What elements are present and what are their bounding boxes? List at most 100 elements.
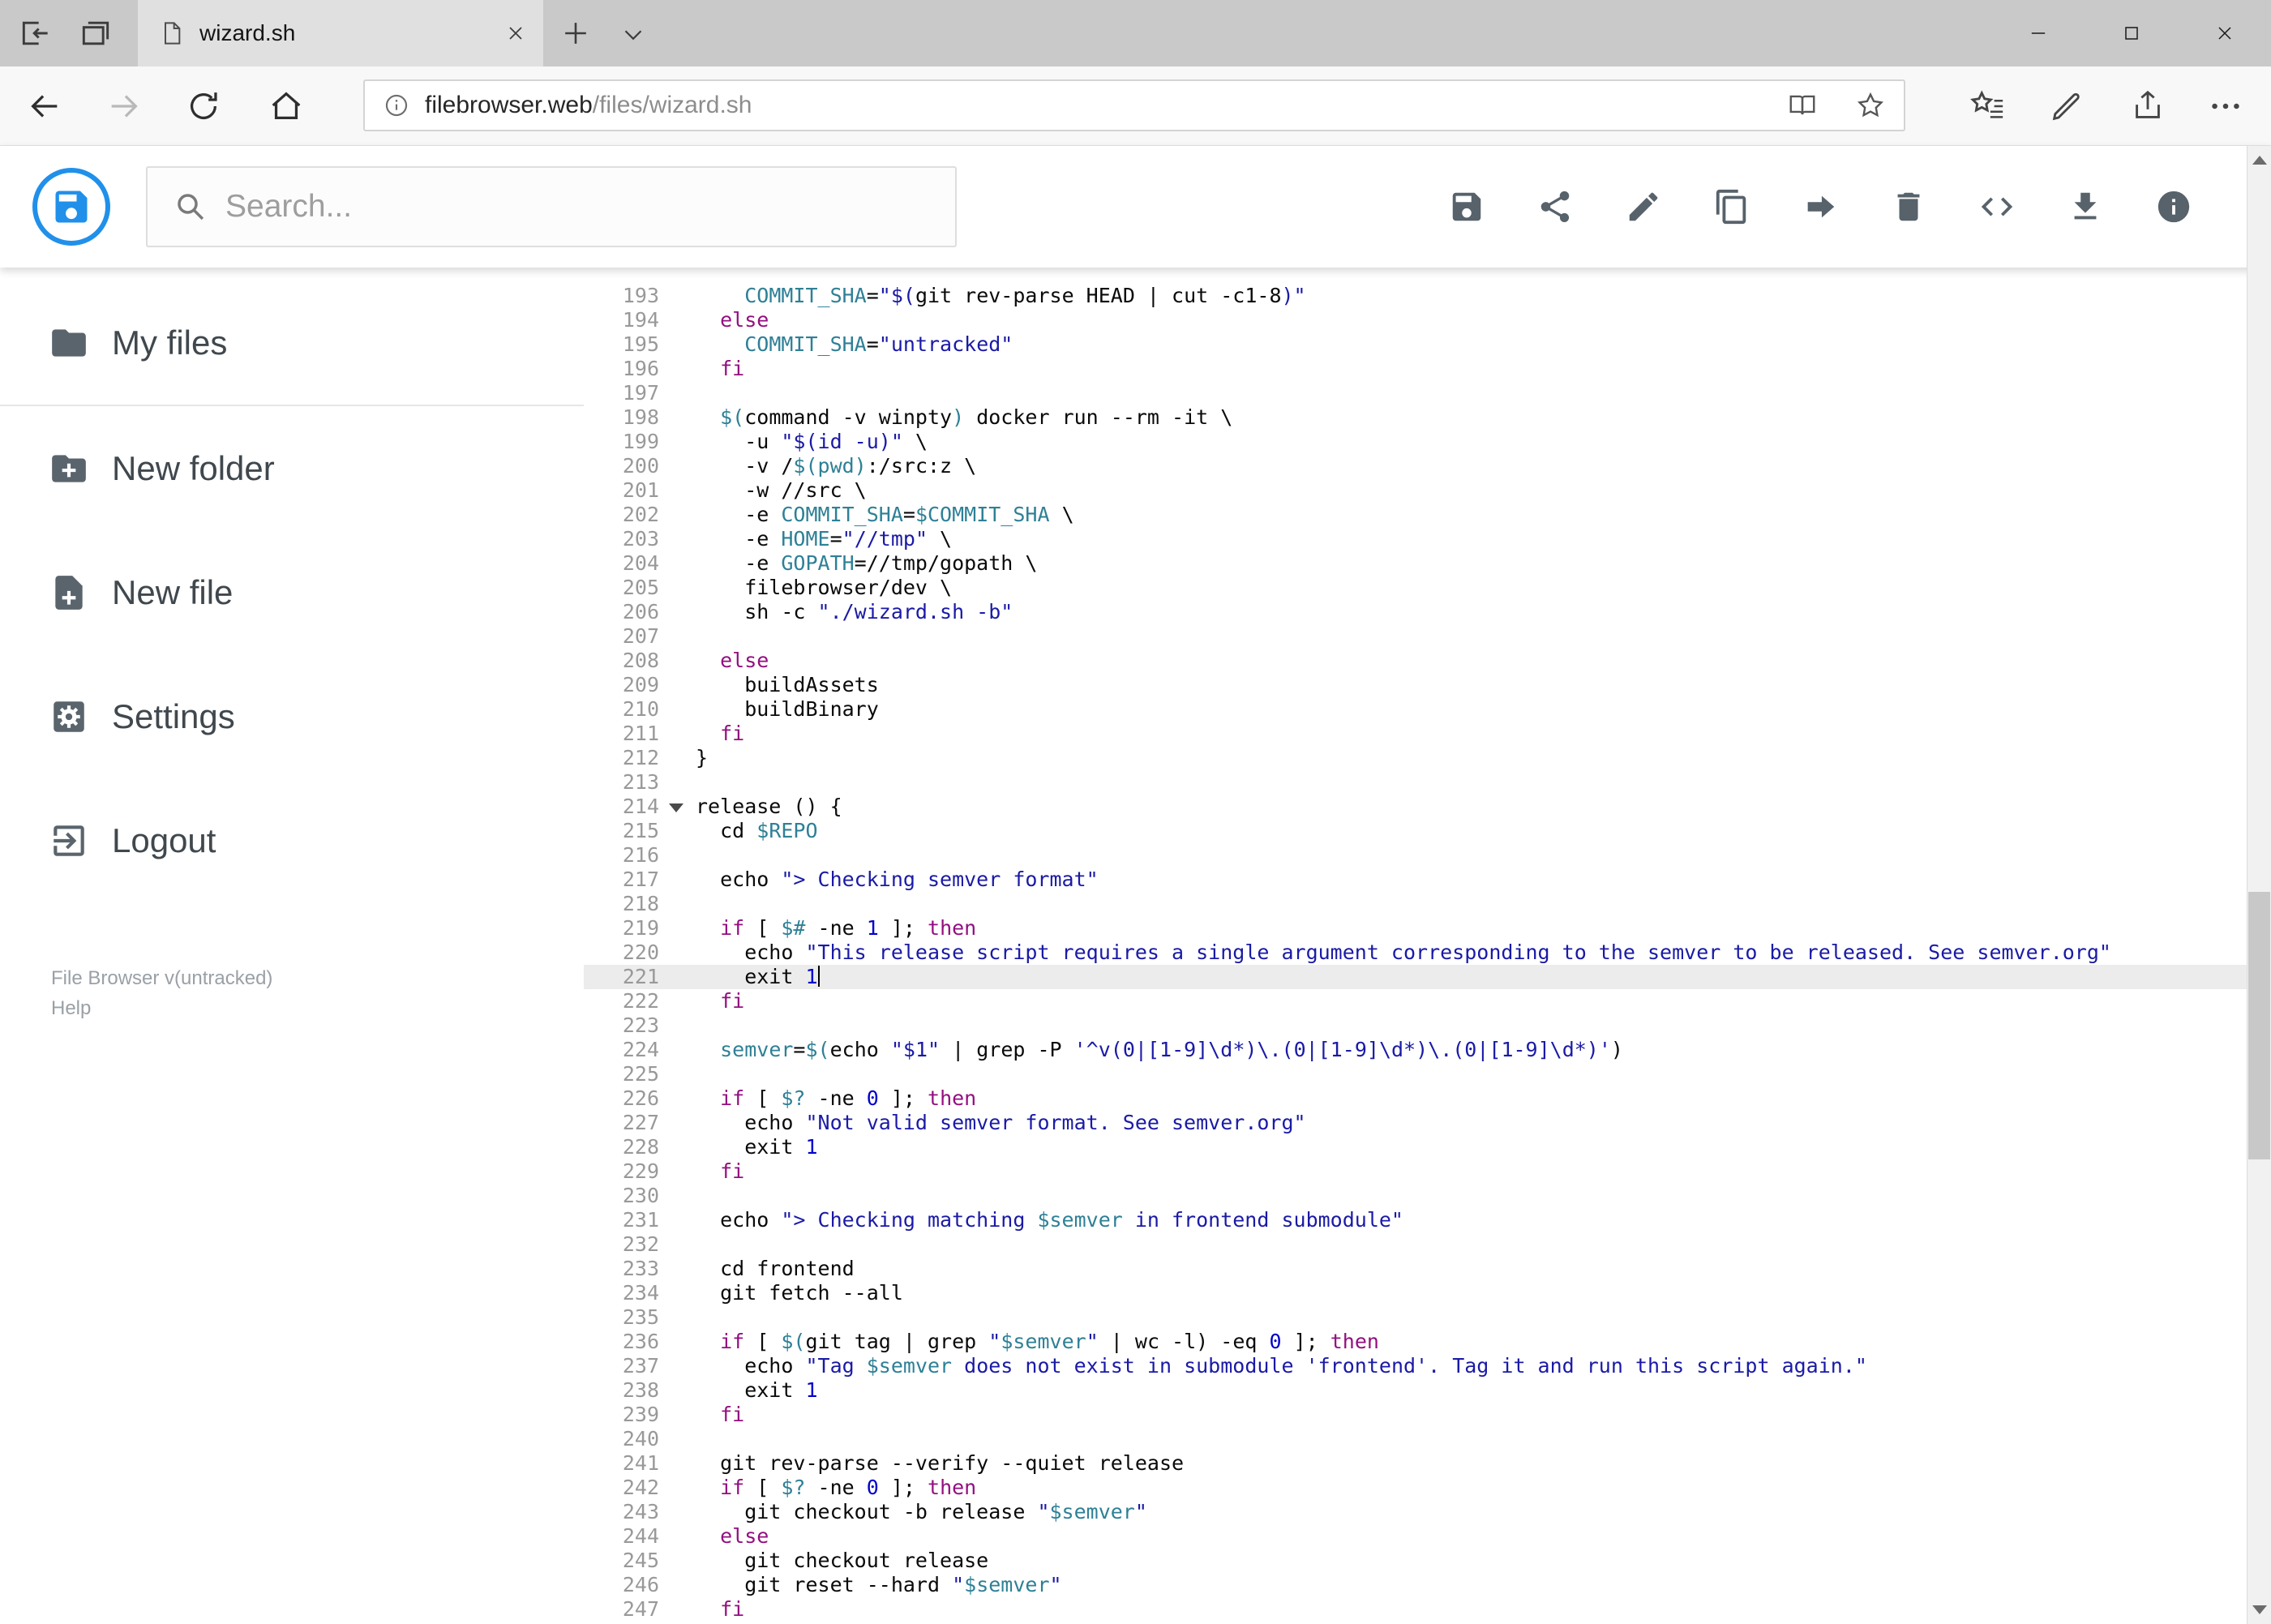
code-line[interactable]: 204 -e GOPATH=//tmp/gopath \ (584, 551, 2247, 576)
move-button[interactable] (1802, 188, 1839, 225)
code-line[interactable]: 221 exit 1 (584, 965, 2247, 989)
code-line[interactable]: 238 exit 1 (584, 1378, 2247, 1403)
help-link[interactable]: Help (51, 993, 272, 1023)
code-line[interactable]: 205 filebrowser/dev \ (584, 576, 2247, 600)
copy-button[interactable] (1713, 188, 1750, 225)
page-info-icon[interactable] (383, 92, 410, 119)
share-page-icon[interactable] (2129, 88, 2166, 125)
code-line[interactable]: 219 if [ $# -ne 1 ]; then (584, 916, 2247, 941)
code-button[interactable] (1978, 188, 2016, 225)
sidebar-item-my-files[interactable]: My files (0, 281, 584, 405)
code-line[interactable]: 230 (584, 1184, 2247, 1208)
refresh-icon[interactable] (185, 88, 222, 125)
share-button[interactable] (1536, 188, 1574, 225)
code-line[interactable]: 245 git checkout release (584, 1549, 2247, 1573)
favorites-hub-icon[interactable] (1969, 88, 2006, 125)
code-line[interactable]: 211 fi (584, 722, 2247, 746)
minimize-button[interactable] (1991, 0, 2085, 66)
code-line[interactable]: 220 echo "This release script requires a… (584, 941, 2247, 965)
web-note-pen-icon[interactable] (2048, 88, 2085, 125)
code-line[interactable]: 200 -v /$(pwd):/src:z \ (584, 454, 2247, 478)
code-editor[interactable]: 193 COMMIT_SHA="$(git rev-parse HEAD | c… (584, 268, 2247, 1624)
maximize-button[interactable] (2085, 0, 2178, 66)
code-line[interactable]: 243 git checkout -b release "$semver" (584, 1500, 2247, 1524)
code-line[interactable]: 240 (584, 1427, 2247, 1451)
scrollbar-thumb[interactable] (2248, 892, 2270, 1159)
code-line[interactable]: 226 if [ $? -ne 0 ]; then (584, 1086, 2247, 1111)
code-line[interactable]: 236 if [ $(git tag | grep "$semver" | wc… (584, 1330, 2247, 1354)
code-line[interactable]: 232 (584, 1232, 2247, 1257)
code-line[interactable]: 209 buildAssets (584, 673, 2247, 697)
browser-tab[interactable]: wizard.sh (138, 0, 543, 66)
code-line[interactable]: 206 sh -c "./wizard.sh -b" (584, 600, 2247, 624)
code-line[interactable]: 247 fi (584, 1597, 2247, 1622)
code-line[interactable]: 225 (584, 1062, 2247, 1086)
code-line[interactable]: 203 -e HOME="//tmp" \ (584, 527, 2247, 551)
code-line[interactable]: 214 release () { (584, 795, 2247, 819)
code-line[interactable]: 195 COMMIT_SHA="untracked" (584, 332, 2247, 357)
code-line[interactable]: 217 echo "> Checking semver format" (584, 868, 2247, 892)
code-line[interactable]: 208 else (584, 649, 2247, 673)
search-box[interactable] (146, 166, 957, 247)
back-icon[interactable] (26, 88, 63, 125)
code-line[interactable]: 242 if [ $? -ne 0 ]; then (584, 1476, 2247, 1500)
download-button[interactable] (2067, 188, 2104, 225)
edit-button[interactable] (1625, 188, 1662, 225)
code-line[interactable]: 227 echo "Not valid semver format. See s… (584, 1111, 2247, 1135)
code-line[interactable]: 246 git reset --hard "$semver" (584, 1573, 2247, 1597)
code-line[interactable]: 202 -e COMMIT_SHA=$COMMIT_SHA \ (584, 503, 2247, 527)
new-tab-button[interactable] (558, 15, 593, 51)
code-line[interactable]: 222 fi (584, 989, 2247, 1013)
code-line[interactable]: 196 fi (584, 357, 2247, 381)
code-line[interactable]: 197 (584, 381, 2247, 405)
code-line[interactable]: 198 $(command -v winpty) docker run --rm… (584, 405, 2247, 430)
code-line[interactable]: 223 (584, 1013, 2247, 1038)
scroll-down-icon[interactable] (2252, 1605, 2267, 1614)
code-line[interactable]: 237 echo "Tag $semver does not exist in … (584, 1354, 2247, 1378)
sidebar-item-logout[interactable]: Logout (0, 778, 584, 902)
code-line[interactable]: 234 git fetch --all (584, 1281, 2247, 1305)
home-icon[interactable] (268, 88, 305, 125)
code-line[interactable]: 194 else (584, 308, 2247, 332)
code-line[interactable]: 201 -w //src \ (584, 478, 2247, 503)
code-line[interactable]: 244 else (584, 1524, 2247, 1549)
info-button[interactable] (2155, 188, 2192, 225)
sidebar-item-settings[interactable]: Settings (0, 654, 584, 778)
code-line[interactable]: 218 (584, 892, 2247, 916)
sidebar-item-new-folder[interactable]: New folder (0, 406, 584, 530)
set-tabs-aside-icon[interactable] (18, 15, 54, 51)
forward-icon[interactable] (105, 88, 143, 125)
code-line[interactable]: 235 (584, 1305, 2247, 1330)
code-line[interactable]: 231 echo "> Checking matching $semver in… (584, 1208, 2247, 1232)
save-button[interactable] (1448, 188, 1485, 225)
tabs-preview-icon[interactable] (78, 15, 114, 51)
close-button[interactable] (2178, 0, 2271, 66)
code-line[interactable]: 229 fi (584, 1159, 2247, 1184)
tab-list-chevron-icon[interactable] (618, 19, 649, 50)
sidebar-item-new-file[interactable]: New file (0, 530, 584, 654)
code-line[interactable]: 216 (584, 843, 2247, 868)
code-line[interactable]: 212} (584, 746, 2247, 770)
favorite-star-icon[interactable] (1855, 90, 1886, 121)
filebrowser-logo[interactable] (32, 168, 110, 246)
code-line[interactable]: 213 (584, 770, 2247, 795)
search-input[interactable] (225, 189, 939, 225)
code-line[interactable]: 215 cd $REPO (584, 819, 2247, 843)
code-line[interactable]: 233 cd frontend (584, 1257, 2247, 1281)
code-line[interactable]: 210 buildBinary (584, 697, 2247, 722)
more-options-icon[interactable] (2207, 88, 2244, 125)
code-line[interactable]: 239 fi (584, 1403, 2247, 1427)
fold-toggle-icon[interactable] (669, 803, 683, 812)
code-line[interactable]: 207 (584, 624, 2247, 649)
page-scrollbar[interactable] (2247, 146, 2271, 1624)
delete-button[interactable] (1890, 188, 1927, 225)
code-line[interactable]: 241 git rev-parse --verify --quiet relea… (584, 1451, 2247, 1476)
code-line[interactable]: 193 COMMIT_SHA="$(git rev-parse HEAD | c… (584, 284, 2247, 308)
reading-view-icon[interactable] (1787, 90, 1818, 121)
scroll-up-icon[interactable] (2252, 156, 2267, 165)
code-line[interactable]: 228 exit 1 (584, 1135, 2247, 1159)
tab-close-icon[interactable] (504, 22, 527, 45)
address-bar[interactable]: filebrowser.web/files/wizard.sh (363, 79, 1905, 131)
code-line[interactable]: 224 semver=$(echo "$1" | grep -P '^v(0|[… (584, 1038, 2247, 1062)
code-line[interactable]: 199 -u "$(id -u)" \ (584, 430, 2247, 454)
